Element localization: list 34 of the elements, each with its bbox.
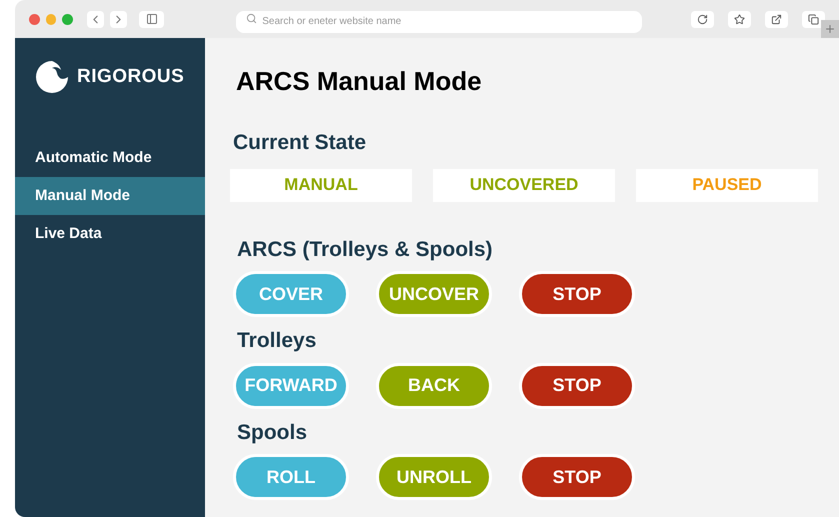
page-title: ARCS Manual Mode	[236, 65, 483, 98]
control-button[interactable]: UNCOVER	[376, 271, 492, 317]
control-button[interactable]: STOP	[519, 362, 635, 408]
tabs-icon	[808, 14, 819, 24]
state-label: UNCOVERED	[470, 174, 578, 196]
state-label: PAUSED	[692, 174, 762, 196]
control-button[interactable]: UNROLL	[376, 454, 492, 500]
forward-button[interactable]	[110, 10, 128, 28]
state-label: MANUAL	[284, 174, 358, 196]
sidebar-icon	[146, 13, 158, 25]
section-heading: Trolleys	[237, 328, 318, 354]
control-button[interactable]: STOP	[519, 271, 635, 317]
reload-button[interactable]	[690, 10, 714, 28]
star-icon	[734, 14, 745, 24]
section-heading: Current State	[233, 130, 368, 156]
tabs-button[interactable]	[802, 10, 825, 28]
search-field[interactable]: Search or eneter website name	[236, 10, 642, 32]
control-button[interactable]: STOP	[519, 454, 635, 500]
share-icon	[770, 14, 782, 24]
brand-name: RIGOROUS	[77, 64, 184, 89]
sidebar-item[interactable]: Live Data	[15, 215, 205, 253]
share-button[interactable]	[764, 10, 788, 28]
sidebar-item[interactable]: Automatic Mode	[15, 139, 205, 177]
back-button[interactable]	[86, 10, 104, 28]
reload-icon	[696, 14, 708, 24]
search-icon	[246, 13, 258, 24]
sidebar-toggle-button[interactable]	[139, 10, 164, 28]
plus-icon	[824, 23, 836, 35]
bookmark-button[interactable]	[728, 10, 751, 28]
sidebar-item[interactable]: Manual Mode	[15, 177, 205, 215]
section-heading: Spools	[237, 420, 308, 446]
logo-icon	[35, 60, 69, 94]
section-heading: ARCS (Trolleys & Spools)	[237, 236, 494, 262]
control-button[interactable]: BACK	[376, 362, 492, 408]
